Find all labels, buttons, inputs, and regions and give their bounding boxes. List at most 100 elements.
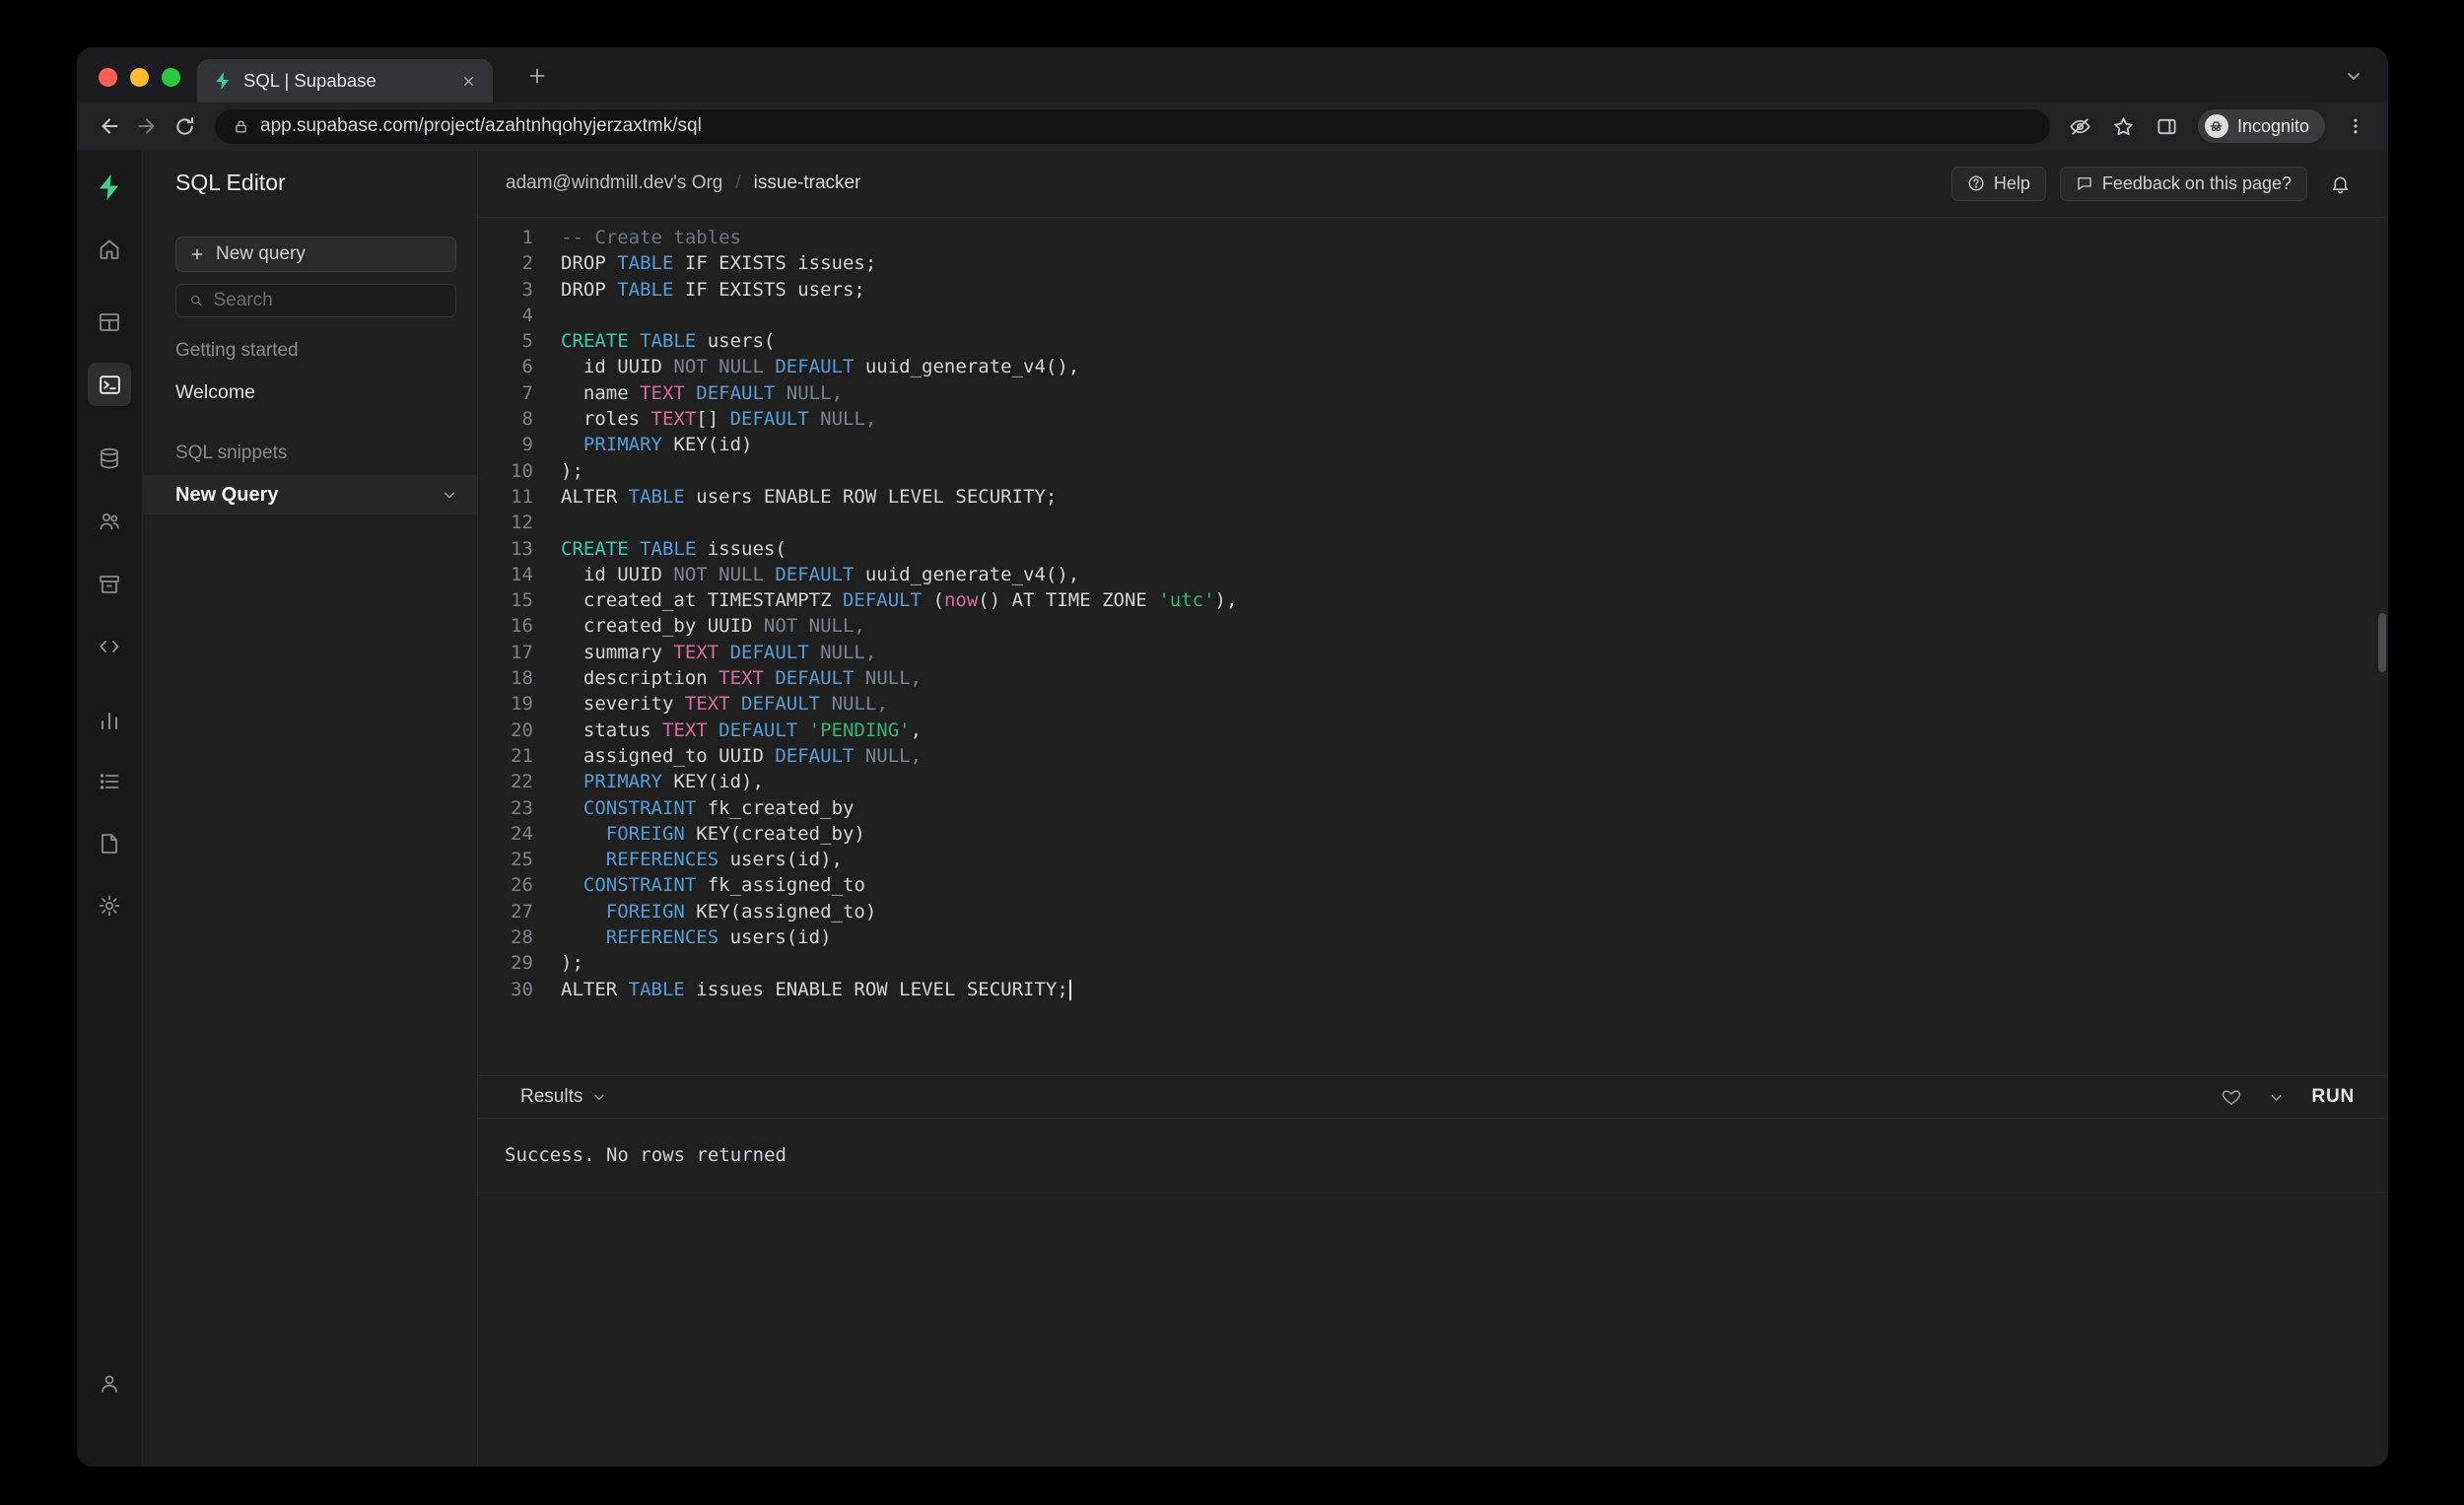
file-icon	[98, 832, 121, 855]
tab-close-icon[interactable]	[455, 68, 481, 94]
code-line[interactable]: 16 created_by UUID NOT NULL,	[478, 613, 2388, 639]
code-line[interactable]: 24 FOREIGN KEY(created_by)	[478, 821, 2388, 847]
code-text: summary TEXT DEFAULT NULL,	[533, 640, 876, 665]
rail-item-sql-editor[interactable]	[88, 363, 131, 406]
side-panel-icon[interactable]	[2149, 107, 2186, 145]
code-line[interactable]: 6 id UUID NOT NULL DEFAULT uuid_generate…	[478, 354, 2388, 379]
code-line[interactable]: 23 CONSTRAINT fk_created_by	[478, 795, 2388, 821]
zoom-window-button[interactable]	[162, 68, 180, 87]
rail-item-reports[interactable]	[90, 701, 129, 740]
breadcrumb-project[interactable]: issue-tracker	[754, 172, 861, 194]
new-tab-button[interactable]	[522, 61, 552, 91]
results-message: Success. No rows returned	[505, 1144, 787, 1166]
storage-icon	[98, 573, 121, 596]
reload-icon[interactable]	[166, 107, 203, 145]
incognito-badge[interactable]: Incognito	[2198, 109, 2325, 143]
rail-item-home[interactable]	[90, 230, 129, 269]
bookmark-star-icon[interactable]	[2105, 107, 2143, 145]
line-number: 15	[478, 587, 533, 613]
code-line[interactable]: 22 PRIMARY KEY(id),	[478, 769, 2388, 794]
notifications-button[interactable]	[2321, 165, 2359, 202]
code-text	[533, 303, 561, 328]
code-line[interactable]: 26 CONSTRAINT fk_assigned_to	[478, 872, 2388, 898]
line-number: 27	[478, 899, 533, 924]
chevron-down-icon	[2268, 1089, 2285, 1106]
feedback-button[interactable]: Feedback on this page?	[2060, 167, 2307, 201]
line-number: 14	[478, 562, 533, 587]
code-line[interactable]: 1-- Create tables	[478, 225, 2388, 250]
breadcrumb-org[interactable]: adam@windmill.dev's Org	[506, 172, 722, 194]
run-button[interactable]: RUN	[2311, 1086, 2355, 1108]
code-line[interactable]: 27 FOREIGN KEY(assigned_to)	[478, 899, 2388, 924]
sidebar-item-welcome[interactable]: Welcome	[175, 381, 255, 404]
code-line[interactable]: 10);	[478, 458, 2388, 484]
code-line[interactable]: 2DROP TABLE IF EXISTS issues;	[478, 250, 2388, 276]
rail-item-table-editor[interactable]	[90, 303, 129, 342]
rail-item-storage[interactable]	[90, 565, 129, 604]
code-line[interactable]: 4	[478, 303, 2388, 328]
code-line[interactable]: 8 roles TEXT[] DEFAULT NULL,	[478, 406, 2388, 432]
code-line[interactable]: 30ALTER TABLE issues ENABLE ROW LEVEL SE…	[478, 977, 2388, 1002]
browser-menu-icon[interactable]	[2337, 107, 2374, 145]
code-line[interactable]: 12	[478, 510, 2388, 535]
code-token: DEFAULT	[730, 642, 821, 663]
lock-icon[interactable]	[233, 118, 249, 135]
sql-editor-canvas[interactable]: 1-- Create tables2DROP TABLE IF EXISTS i…	[478, 217, 2388, 1075]
list-icon	[98, 770, 121, 793]
help-button[interactable]: Help	[1951, 167, 2046, 201]
editor-scrollbar-thumb[interactable]	[2378, 613, 2386, 672]
eye-off-icon[interactable]	[2062, 107, 2099, 145]
rail-item-database[interactable]	[90, 439, 129, 478]
code-line[interactable]: 29);	[478, 950, 2388, 976]
back-icon[interactable]	[91, 107, 128, 145]
code-line[interactable]: 13CREATE TABLE issues(	[478, 536, 2388, 562]
rail-item-functions[interactable]	[90, 627, 129, 666]
code-line[interactable]: 3DROP TABLE IF EXISTS users;	[478, 277, 2388, 303]
code-token: FOREIGN	[606, 823, 697, 845]
code-line[interactable]: 18 description TEXT DEFAULT NULL,	[478, 665, 2388, 691]
code-line[interactable]: 5CREATE TABLE users(	[478, 328, 2388, 354]
new-query-button[interactable]: New query	[175, 237, 456, 272]
run-options-chevron[interactable]	[2268, 1089, 2285, 1106]
chevron-down-icon[interactable]	[441, 486, 458, 504]
code-line[interactable]: 19 severity TEXT DEFAULT NULL,	[478, 691, 2388, 717]
code-token: DROP	[561, 279, 617, 301]
browser-tab[interactable]: SQL | Supabase	[197, 59, 493, 103]
search-input[interactable]	[213, 290, 443, 311]
code-line[interactable]: 11ALTER TABLE users ENABLE ROW LEVEL SEC…	[478, 484, 2388, 510]
line-number: 12	[478, 510, 533, 535]
address-bar[interactable]: app.supabase.com/project/azahtnhqohyjerz…	[215, 109, 2050, 144]
code-line[interactable]: 17 summary TEXT DEFAULT NULL,	[478, 640, 2388, 665]
code-line[interactable]: 15 created_at TIMESTAMPTZ DEFAULT (now()…	[478, 587, 2388, 613]
code-line[interactable]: 20 status TEXT DEFAULT 'PENDING',	[478, 718, 2388, 743]
url-text: app.supabase.com/project/azahtnhqohyjerz…	[260, 115, 702, 137]
code-line[interactable]: 21 assigned_to UUID DEFAULT NULL,	[478, 743, 2388, 769]
rail-item-docs[interactable]	[90, 824, 129, 863]
rail-item-auth[interactable]	[90, 502, 129, 541]
code-token: NOT NULL	[673, 356, 775, 377]
sidebar-item-new-query[interactable]: New Query	[143, 475, 477, 514]
tab-search-chevron-icon[interactable]	[2341, 63, 2366, 89]
code-text: REFERENCES users(id),	[533, 847, 843, 872]
page-title: SQL Editor	[175, 170, 286, 196]
code-line[interactable]: 9 PRIMARY KEY(id)	[478, 432, 2388, 457]
supabase-logo[interactable]	[90, 166, 129, 209]
code-line[interactable]: 25 REFERENCES users(id),	[478, 847, 2388, 872]
favorite-button[interactable]	[2222, 1087, 2241, 1107]
speech-bubble-icon	[2076, 174, 2093, 192]
code-line[interactable]: 14 id UUID NOT NULL DEFAULT uuid_generat…	[478, 562, 2388, 587]
code-line[interactable]: 28 REFERENCES users(id)	[478, 924, 2388, 950]
table-icon	[98, 310, 121, 334]
close-window-button[interactable]	[99, 68, 117, 87]
rail-item-settings[interactable]	[90, 886, 129, 925]
rail-item-logs[interactable]	[90, 762, 129, 801]
forward-icon[interactable]	[128, 107, 166, 145]
minimize-window-button[interactable]	[130, 68, 149, 87]
rail-item-account[interactable]	[90, 1364, 129, 1403]
code-text: CONSTRAINT fk_assigned_to	[533, 872, 865, 898]
code-token: CREATE	[561, 330, 640, 352]
code-line[interactable]: 7 name TEXT DEFAULT NULL,	[478, 380, 2388, 406]
search-box[interactable]	[175, 284, 456, 317]
results-dropdown[interactable]: Results	[520, 1086, 607, 1108]
line-number: 30	[478, 977, 533, 1002]
